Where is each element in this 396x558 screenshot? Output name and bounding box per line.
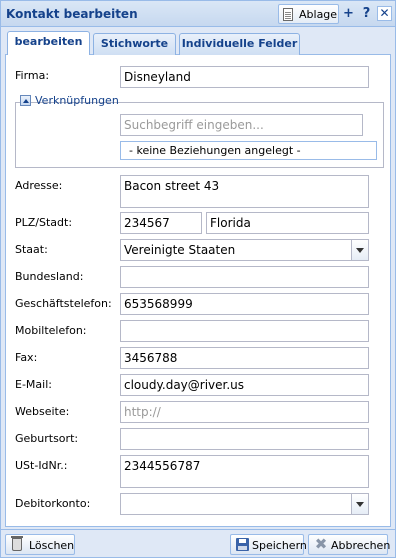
document-icon: [283, 8, 293, 21]
bundesland-field[interactable]: [120, 266, 369, 288]
geburtsort-label: Geburtsort:: [15, 432, 79, 445]
cancel-label: Abbrechen: [331, 539, 391, 552]
verknuepfungen-legend: Verknüpfungen: [20, 94, 119, 110]
save-label: Speichern: [252, 539, 307, 552]
mobiltelefon-label: Mobiltelefon:: [15, 324, 87, 337]
tab-stichworte[interactable]: Stichworte: [93, 33, 176, 55]
geschaeftstelefon-field[interactable]: 653568999: [120, 293, 369, 315]
staat-value: Vereinigte Staaten: [124, 243, 236, 257]
staat-select[interactable]: Vereinigte Staaten: [120, 239, 369, 261]
cancel-icon: ✖: [314, 535, 328, 553]
form-panel: Firma: Disneyland Verknüpfungen Suchbegr…: [5, 55, 391, 527]
webseite-label: Webseite:: [15, 405, 70, 418]
collapse-toggle-icon[interactable]: [20, 95, 31, 106]
ablage-label: Ablage: [299, 8, 338, 21]
help-icon[interactable]: ?: [359, 6, 374, 21]
staat-label: Staat:: [15, 243, 48, 256]
fax-field[interactable]: 3456788: [120, 347, 369, 369]
ust-idnr-label: USt-IdNr.:: [15, 459, 68, 472]
tab-bearbeiten[interactable]: bearbeiten: [7, 31, 90, 56]
geschaeftstelefon-label: Geschäftstelefon:: [15, 297, 112, 310]
plz-field[interactable]: 234567: [120, 212, 202, 234]
ust-idnr-field[interactable]: 2344556787: [120, 455, 369, 488]
tab-bar: bearbeiten Stichworte Individuelle Felde…: [5, 29, 391, 56]
debitorkonto-select[interactable]: [120, 493, 369, 515]
relation-search-input[interactable]: Suchbegriff eingeben...: [120, 114, 363, 136]
email-field[interactable]: cloudy.day@river.us: [120, 374, 369, 396]
relations-list: - keine Beziehungen angelegt -: [120, 141, 377, 160]
firma-label: Firma:: [15, 69, 50, 82]
fax-label: Fax:: [15, 351, 38, 364]
window-header: Kontakt bearbeiten Ablage + ? ✕: [1, 1, 395, 27]
mobiltelefon-field[interactable]: [120, 320, 369, 342]
window-title: Kontakt bearbeiten: [6, 7, 138, 21]
save-icon: [236, 538, 249, 551]
chevron-down-icon[interactable]: [351, 494, 368, 514]
tab-individuelle-felder[interactable]: Individuelle Felder: [179, 33, 300, 55]
ablage-button[interactable]: Ablage: [278, 4, 339, 24]
firma-field[interactable]: Disneyland: [120, 66, 369, 88]
adresse-field[interactable]: Bacon street 43: [120, 175, 369, 208]
trash-icon: [11, 536, 23, 551]
cancel-button[interactable]: ✖ Abbrechen: [308, 534, 391, 555]
chevron-down-icon[interactable]: [351, 240, 368, 260]
email-label: E-Mail:: [15, 378, 52, 391]
contact-edit-window: Kontakt bearbeiten Ablage + ? ✕ bearbeit…: [0, 0, 396, 558]
plus-icon[interactable]: +: [341, 6, 356, 21]
webseite-field[interactable]: http://: [120, 401, 369, 423]
debitorkonto-label: Debitorkonto:: [15, 497, 91, 510]
delete-button[interactable]: Löschen: [5, 534, 75, 555]
delete-label: Löschen: [29, 539, 75, 552]
button-bar: Löschen Speichern ✖ Abbrechen: [1, 529, 395, 557]
close-icon[interactable]: ✕: [377, 6, 392, 21]
stadt-field[interactable]: Florida: [206, 212, 369, 234]
save-button[interactable]: Speichern: [230, 534, 307, 555]
verknuepfungen-title: Verknüpfungen: [35, 94, 119, 107]
adresse-label: Adresse:: [15, 179, 63, 192]
plz-stadt-label: PLZ/Stadt:: [15, 216, 73, 229]
bundesland-label: Bundesland:: [15, 270, 84, 283]
geburtsort-field[interactable]: [120, 428, 369, 450]
